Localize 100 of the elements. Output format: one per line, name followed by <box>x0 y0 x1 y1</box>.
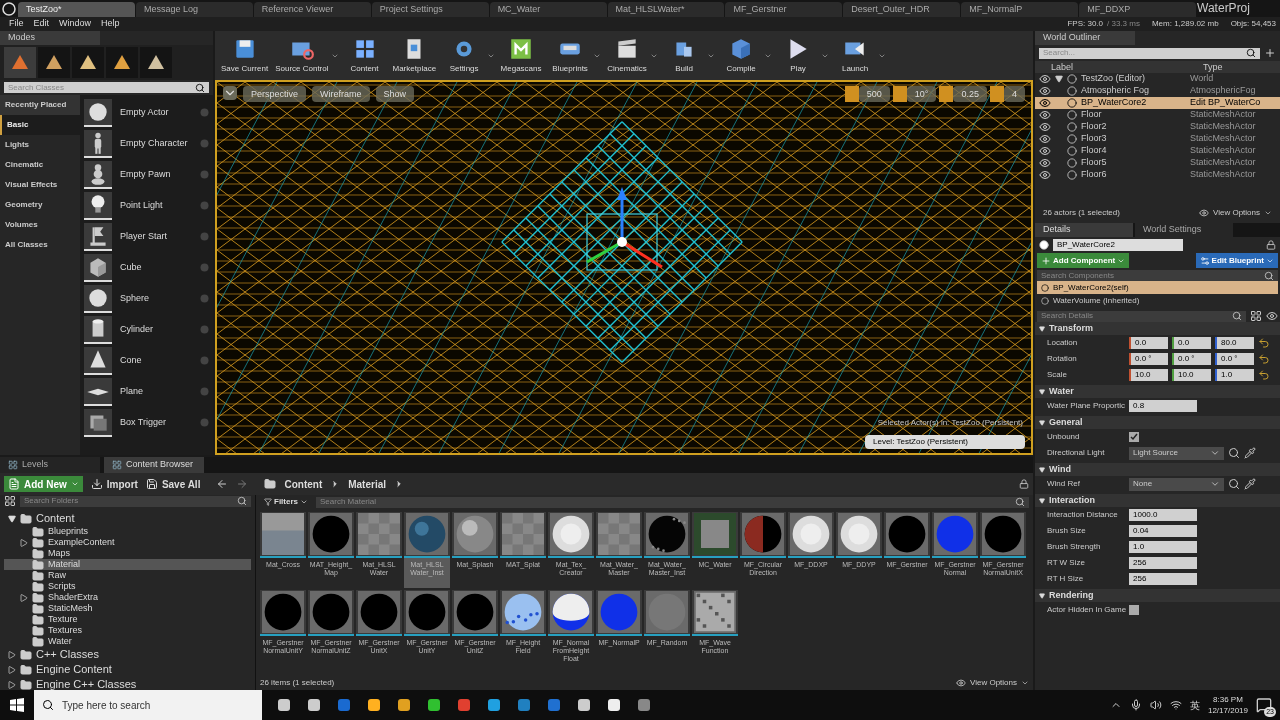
taskbar-app-icon[interactable] <box>396 697 412 713</box>
mode-icon[interactable] <box>140 47 172 78</box>
taskbar-search-field[interactable]: Type here to search <box>34 690 262 720</box>
visibility-icon[interactable] <box>1039 85 1051 97</box>
number-field[interactable]: 0.0 ° <box>1172 353 1211 365</box>
number-field[interactable]: 0.0 ° <box>1215 353 1254 365</box>
expander-icon[interactable] <box>8 680 16 689</box>
folder-row[interactable]: ShaderExtra <box>4 592 251 603</box>
taskbar-app-icon[interactable] <box>576 697 592 713</box>
pipette-icon[interactable] <box>1244 478 1256 490</box>
taskbar-app-icon[interactable] <box>366 697 382 713</box>
visibility-icon[interactable] <box>1039 145 1051 157</box>
taskbar-app-icon[interactable] <box>276 697 292 713</box>
document-tab[interactable]: TestZoo* <box>18 2 135 17</box>
expander-icon[interactable] <box>20 538 28 547</box>
visibility-icon[interactable] <box>1039 73 1051 85</box>
viewport-option-button[interactable]: Show <box>375 86 415 102</box>
toolbar-button[interactable]: Content <box>341 33 388 78</box>
toolbar-button[interactable]: Build <box>661 33 708 78</box>
network-icon[interactable] <box>1169 699 1182 711</box>
folder-row[interactable]: Raw <box>4 570 251 581</box>
grid-view-icon[interactable] <box>1250 310 1262 322</box>
menu-item[interactable]: Help <box>96 17 125 31</box>
document-tab[interactable]: MF_DDXP <box>1079 2 1197 17</box>
reset-icon[interactable] <box>1258 337 1270 349</box>
category-item[interactable]: Cinematic <box>0 155 80 175</box>
visibility-icon[interactable] <box>1039 109 1051 121</box>
placeable-item[interactable]: Empty Actor <box>80 97 213 128</box>
section-header[interactable]: Water <box>1035 385 1280 398</box>
breadcrumb-link[interactable]: Content <box>284 476 323 492</box>
menu-item[interactable]: Window <box>54 17 97 31</box>
lock-icon[interactable] <box>1266 240 1276 250</box>
viewport-option-button[interactable]: Wireframe <box>312 86 370 102</box>
breadcrumb-link[interactable]: Material <box>348 476 386 492</box>
document-tab[interactable]: Reference Viewer <box>253 2 371 17</box>
mode-icon[interactable] <box>72 47 104 78</box>
snap-value-button[interactable]: 4 <box>1004 86 1025 102</box>
placeable-item[interactable]: Box Trigger <box>80 407 213 438</box>
category-item[interactable]: All Classes <box>0 235 80 255</box>
mode-icon[interactable] <box>106 47 138 78</box>
name-field[interactable]: BP_WaterCore2 <box>1053 239 1183 251</box>
number-field[interactable]: 80.0 <box>1215 337 1254 349</box>
back-icon[interactable] <box>216 478 229 490</box>
number-field[interactable]: 1.0 <box>1129 541 1197 553</box>
add-component-button[interactable]: Add Component <box>1037 253 1130 268</box>
panel-tab[interactable]: Content Browser <box>104 457 204 473</box>
reset-icon[interactable] <box>1258 369 1270 381</box>
outliner-row[interactable]: TestZoo (Editor) World <box>1035 73 1280 85</box>
number-field[interactable]: 256 <box>1129 557 1197 569</box>
number-field[interactable]: 0.0 ° <box>1129 353 1168 365</box>
number-field[interactable]: 1000.0 <box>1129 509 1197 521</box>
outliner-row[interactable]: BP_WaterCore2 Edit BP_WaterCo <box>1035 97 1280 109</box>
section-header[interactable]: General <box>1035 416 1280 429</box>
lock-icon[interactable] <box>1019 479 1029 489</box>
column-header[interactable]: Type <box>1203 61 1223 73</box>
outliner-row[interactable]: Atmospheric Fog AtmosphericFog <box>1035 85 1280 97</box>
placeable-item[interactable]: Sphere <box>80 283 213 314</box>
number-field[interactable]: 0.04 <box>1129 525 1197 537</box>
visibility-icon[interactable] <box>1039 169 1051 181</box>
component-row[interactable]: BP_WaterCore2(self) <box>1037 281 1278 294</box>
taskbar-app-icon[interactable] <box>486 697 502 713</box>
menu-item[interactable]: Edit <box>28 17 55 31</box>
volume-icon[interactable] <box>1149 699 1162 711</box>
sources-icon[interactable] <box>4 495 16 507</box>
document-tab[interactable]: Project Settings <box>371 2 489 17</box>
toolbar-button[interactable]: Source Control <box>273 33 331 78</box>
category-item[interactable]: Visual Effects <box>0 175 80 195</box>
outliner-row[interactable]: Floor2 StaticMeshActor <box>1035 121 1280 133</box>
category-item[interactable]: Volumes <box>0 215 80 235</box>
view-options-button[interactable]: View Options <box>1199 207 1272 219</box>
import-button[interactable]: Import <box>90 476 138 492</box>
snap-value-button[interactable]: 10° <box>906 86 937 102</box>
number-field[interactable]: 0.8 <box>1129 400 1197 412</box>
viewport-option-button[interactable]: Perspective <box>243 86 307 102</box>
folder-row[interactable]: Material <box>4 559 251 570</box>
panel-tab[interactable]: Levels <box>0 457 100 473</box>
category-item[interactable]: Basic <box>0 115 80 135</box>
breadcrumb-arrow-icon[interactable] <box>394 479 404 489</box>
category-item[interactable]: Geometry <box>0 195 80 215</box>
visibility-icon[interactable] <box>1039 133 1051 145</box>
snap-value-button[interactable]: 0.25 <box>953 86 987 102</box>
outliner-row[interactable]: Floor5 StaticMeshActor <box>1035 157 1280 169</box>
folder-row[interactable]: Maps <box>4 548 251 559</box>
toolbar-button[interactable]: Compile <box>718 33 765 78</box>
panel-tab[interactable]: World Settings <box>1135 223 1233 237</box>
save-all-button[interactable]: Save All <box>145 476 201 492</box>
toolbar-button[interactable]: Launch <box>832 33 879 78</box>
pipette-icon[interactable] <box>1244 447 1256 459</box>
panel-tab[interactable]: World Outliner <box>1035 31 1135 45</box>
microphone-icon[interactable] <box>1129 699 1142 711</box>
document-tab[interactable]: MC_Water <box>489 2 607 17</box>
component-row[interactable]: WaterVolume (Inherited) <box>1037 294 1278 307</box>
placeable-item[interactable]: Player Start <box>80 221 213 252</box>
taskbar-app-icon[interactable] <box>426 697 442 713</box>
visibility-icon[interactable] <box>1039 121 1051 133</box>
outliner-row[interactable]: Floor3 StaticMeshActor <box>1035 133 1280 145</box>
folder-row[interactable]: StaticMesh <box>4 603 251 614</box>
expander-icon[interactable] <box>1055 75 1063 83</box>
folder-row[interactable]: Texture <box>4 614 251 625</box>
column-header[interactable]: Label <box>1051 61 1203 73</box>
